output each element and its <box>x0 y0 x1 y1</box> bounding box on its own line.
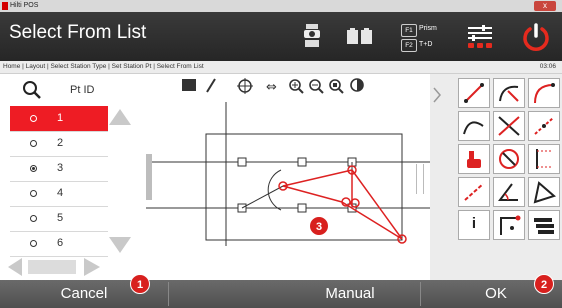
list-item[interactable]: 1 <box>10 106 108 132</box>
tool-palette: i <box>430 74 562 280</box>
point-offset-tool-button[interactable] <box>493 210 525 240</box>
f1-key[interactable]: F1 <box>401 24 417 37</box>
callout-badge-map: 3 <box>309 216 329 236</box>
callout-badge-ok: 2 <box>534 274 554 294</box>
callout-badge-cancel: 1 <box>130 274 150 294</box>
map-toolbar: ⇔ <box>182 78 364 95</box>
power-icon[interactable] <box>521 22 551 52</box>
f2-label: T+D <box>419 41 433 48</box>
extend-line-tool-button[interactable] <box>458 177 490 207</box>
window-close-button[interactable]: x <box>534 1 556 11</box>
extend-line-tool-icon <box>464 183 484 201</box>
list-item[interactable]: 3 <box>10 156 108 182</box>
arc-tool-icon <box>499 85 519 102</box>
layers-button[interactable] <box>528 210 560 240</box>
page-title: Select From List <box>9 22 147 43</box>
dimension-tool-icon <box>536 149 553 169</box>
point-id: 2 <box>57 137 64 149</box>
remove-point-icon <box>499 149 519 169</box>
info-button[interactable]: i <box>458 210 490 240</box>
curve-tool-button[interactable] <box>528 78 560 108</box>
point-id: 3 <box>57 162 64 174</box>
zoom-in-icon[interactable] <box>289 79 304 94</box>
angle-tool-button[interactable] <box>493 177 525 207</box>
f2-key[interactable]: F2 <box>401 39 417 52</box>
point-id: 5 <box>57 212 64 224</box>
list-item[interactable]: 2 <box>10 131 108 157</box>
zoom-extent-icon[interactable] <box>329 79 344 94</box>
total-station-icon[interactable] <box>302 23 322 49</box>
divider <box>420 282 421 306</box>
point-id: 4 <box>57 187 64 199</box>
arc-3pt-tool-icon <box>463 121 484 135</box>
menu-settings-icon[interactable] <box>466 25 494 49</box>
breadcrumb: Home | Layout | Select Station Type | Se… <box>3 63 204 70</box>
point-id: 1 <box>57 112 64 124</box>
clock: 03:06 <box>539 63 556 70</box>
offset-line-tool-icon <box>534 117 554 135</box>
triangle-tool-button[interactable] <box>528 177 560 207</box>
breadcrumb-bar: Home | Layout | Select Station Type | Se… <box>0 61 562 74</box>
curve-tool-icon <box>534 83 555 104</box>
remove-point-tool-button[interactable] <box>493 144 525 174</box>
radio-checked-icon[interactable] <box>30 165 37 172</box>
site-plan-drawing <box>146 102 430 246</box>
list-item[interactable]: 6 <box>10 231 108 257</box>
pan-arrows-icon[interactable]: ⇔ <box>266 80 277 95</box>
app-logo-icon <box>2 2 8 10</box>
print-icon[interactable] <box>182 79 196 91</box>
measure-pen-icon[interactable] <box>206 78 216 93</box>
info-icon: i <box>471 215 477 232</box>
map-view[interactable]: ⇔ <box>146 74 430 280</box>
list-item[interactable]: 5 <box>10 206 108 232</box>
hand-pointer-icon <box>467 151 481 168</box>
f1-label: Prism <box>419 25 437 32</box>
list-item[interactable]: 4 <box>10 181 108 207</box>
intersection-tool-icon <box>498 116 520 136</box>
angle-tool-icon <box>498 183 518 201</box>
chevron-right-icon[interactable] <box>432 86 442 104</box>
point-list-panel: Pt ID 1 2 3 4 5 6 <box>0 74 145 280</box>
point-offset-icon <box>500 215 521 235</box>
divider <box>168 282 169 306</box>
battery-icon <box>347 28 372 44</box>
offset-line-tool-button[interactable] <box>528 111 560 141</box>
list-column-header: Pt ID <box>70 84 95 96</box>
radio-icon[interactable] <box>30 215 37 222</box>
arc-tool-button[interactable] <box>493 78 525 108</box>
manual-button[interactable]: Manual <box>280 280 420 308</box>
search-icon[interactable] <box>22 80 42 100</box>
intersection-tool-button[interactable] <box>493 111 525 141</box>
svg-text:⇔: ⇔ <box>266 80 277 95</box>
radio-icon[interactable] <box>30 140 37 147</box>
map-left-scroll-handle[interactable] <box>146 154 152 200</box>
pick-point-tool-button[interactable] <box>458 144 490 174</box>
radio-icon[interactable] <box>30 190 37 197</box>
crosshair-icon[interactable] <box>237 78 253 94</box>
line-tool-button[interactable] <box>458 78 490 108</box>
contrast-icon[interactable] <box>350 78 364 92</box>
horizontal-scroll-control[interactable] <box>6 256 102 278</box>
layers-icon <box>534 218 554 234</box>
dimension-tool-button[interactable] <box>528 144 560 174</box>
zoom-out-icon[interactable] <box>309 79 324 94</box>
arc-3pt-tool-button[interactable] <box>458 111 490 141</box>
scroll-down-arrow-icon[interactable] <box>108 234 132 256</box>
point-id: 6 <box>57 237 64 249</box>
radio-icon[interactable] <box>30 115 37 122</box>
triangle-tool-icon <box>533 181 557 204</box>
map-right-scroll-handle[interactable] <box>416 164 424 194</box>
window-title: Hilti POS <box>10 2 39 9</box>
line-tool-icon <box>464 83 484 103</box>
radio-icon[interactable] <box>30 240 37 247</box>
scroll-up-arrow-icon[interactable] <box>108 106 132 128</box>
